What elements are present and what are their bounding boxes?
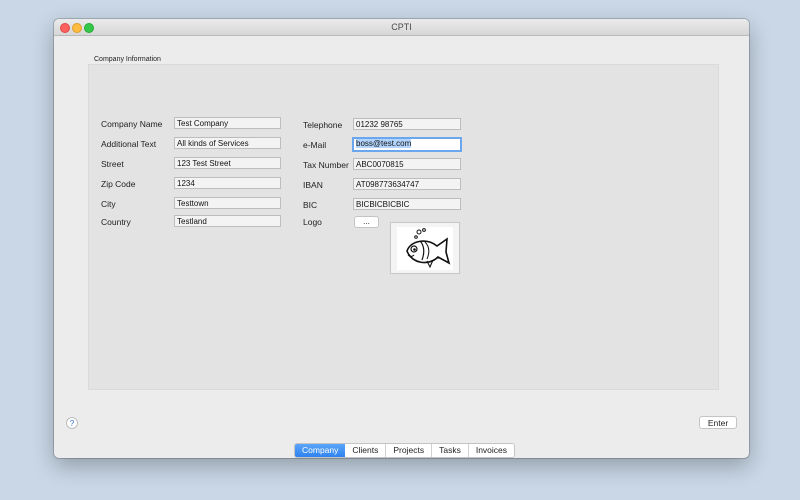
logo-image-well[interactable] xyxy=(390,222,460,274)
email-selected-text: boss@test.com xyxy=(356,139,412,148)
email-label: e-Mail xyxy=(303,140,327,150)
zip-code-field[interactable]: 1234 xyxy=(174,177,281,189)
company-name-label: Company Name xyxy=(101,119,163,129)
city-label: City xyxy=(101,199,116,209)
enter-button[interactable]: Enter xyxy=(699,416,737,429)
country-field[interactable]: Testland xyxy=(174,215,281,227)
additional-text-field[interactable]: All kinds of Services xyxy=(174,137,281,149)
iban-field[interactable]: AT098773634747 xyxy=(353,178,461,190)
company-name-field[interactable]: Test Company xyxy=(174,117,281,129)
tax-number-label: Tax Number xyxy=(303,160,349,170)
bic-label: BIC xyxy=(303,200,318,210)
tab-company[interactable]: Company xyxy=(295,444,346,457)
bic-field[interactable]: BICBICBICBIC xyxy=(353,198,461,210)
tab-bar: Company Clients Projects Tasks Invoices xyxy=(294,443,516,458)
tax-number-field[interactable]: ABC0070815 xyxy=(353,158,461,170)
city-field[interactable]: Testtown xyxy=(174,197,281,209)
street-label: Street xyxy=(101,159,124,169)
tab-clients[interactable]: Clients xyxy=(345,444,387,457)
street-field[interactable]: 123 Test Street xyxy=(174,157,281,169)
choose-logo-button[interactable]: ... xyxy=(354,216,379,228)
country-label: Country xyxy=(101,217,131,227)
telephone-field[interactable]: 01232 98765 xyxy=(353,118,461,130)
tab-tasks[interactable]: Tasks xyxy=(432,444,469,457)
help-button[interactable]: ? xyxy=(66,417,78,429)
group-label: Company Information xyxy=(94,56,161,63)
title-bar: CPTI xyxy=(54,19,749,36)
tab-projects[interactable]: Projects xyxy=(386,444,433,457)
zip-code-label: Zip Code xyxy=(101,179,136,189)
logo-label: Logo xyxy=(303,217,322,227)
window-title: CPTI xyxy=(391,22,412,32)
telephone-label: Telephone xyxy=(303,120,343,130)
tab-invoices[interactable]: Invoices xyxy=(468,444,515,457)
fish-icon xyxy=(397,227,453,270)
iban-label: IBAN xyxy=(303,180,323,190)
email-field[interactable]: boss@test.com xyxy=(352,137,462,152)
app-window: CPTI Company Information Company Name Te… xyxy=(54,19,749,458)
additional-text-label: Additional Text xyxy=(101,139,157,149)
